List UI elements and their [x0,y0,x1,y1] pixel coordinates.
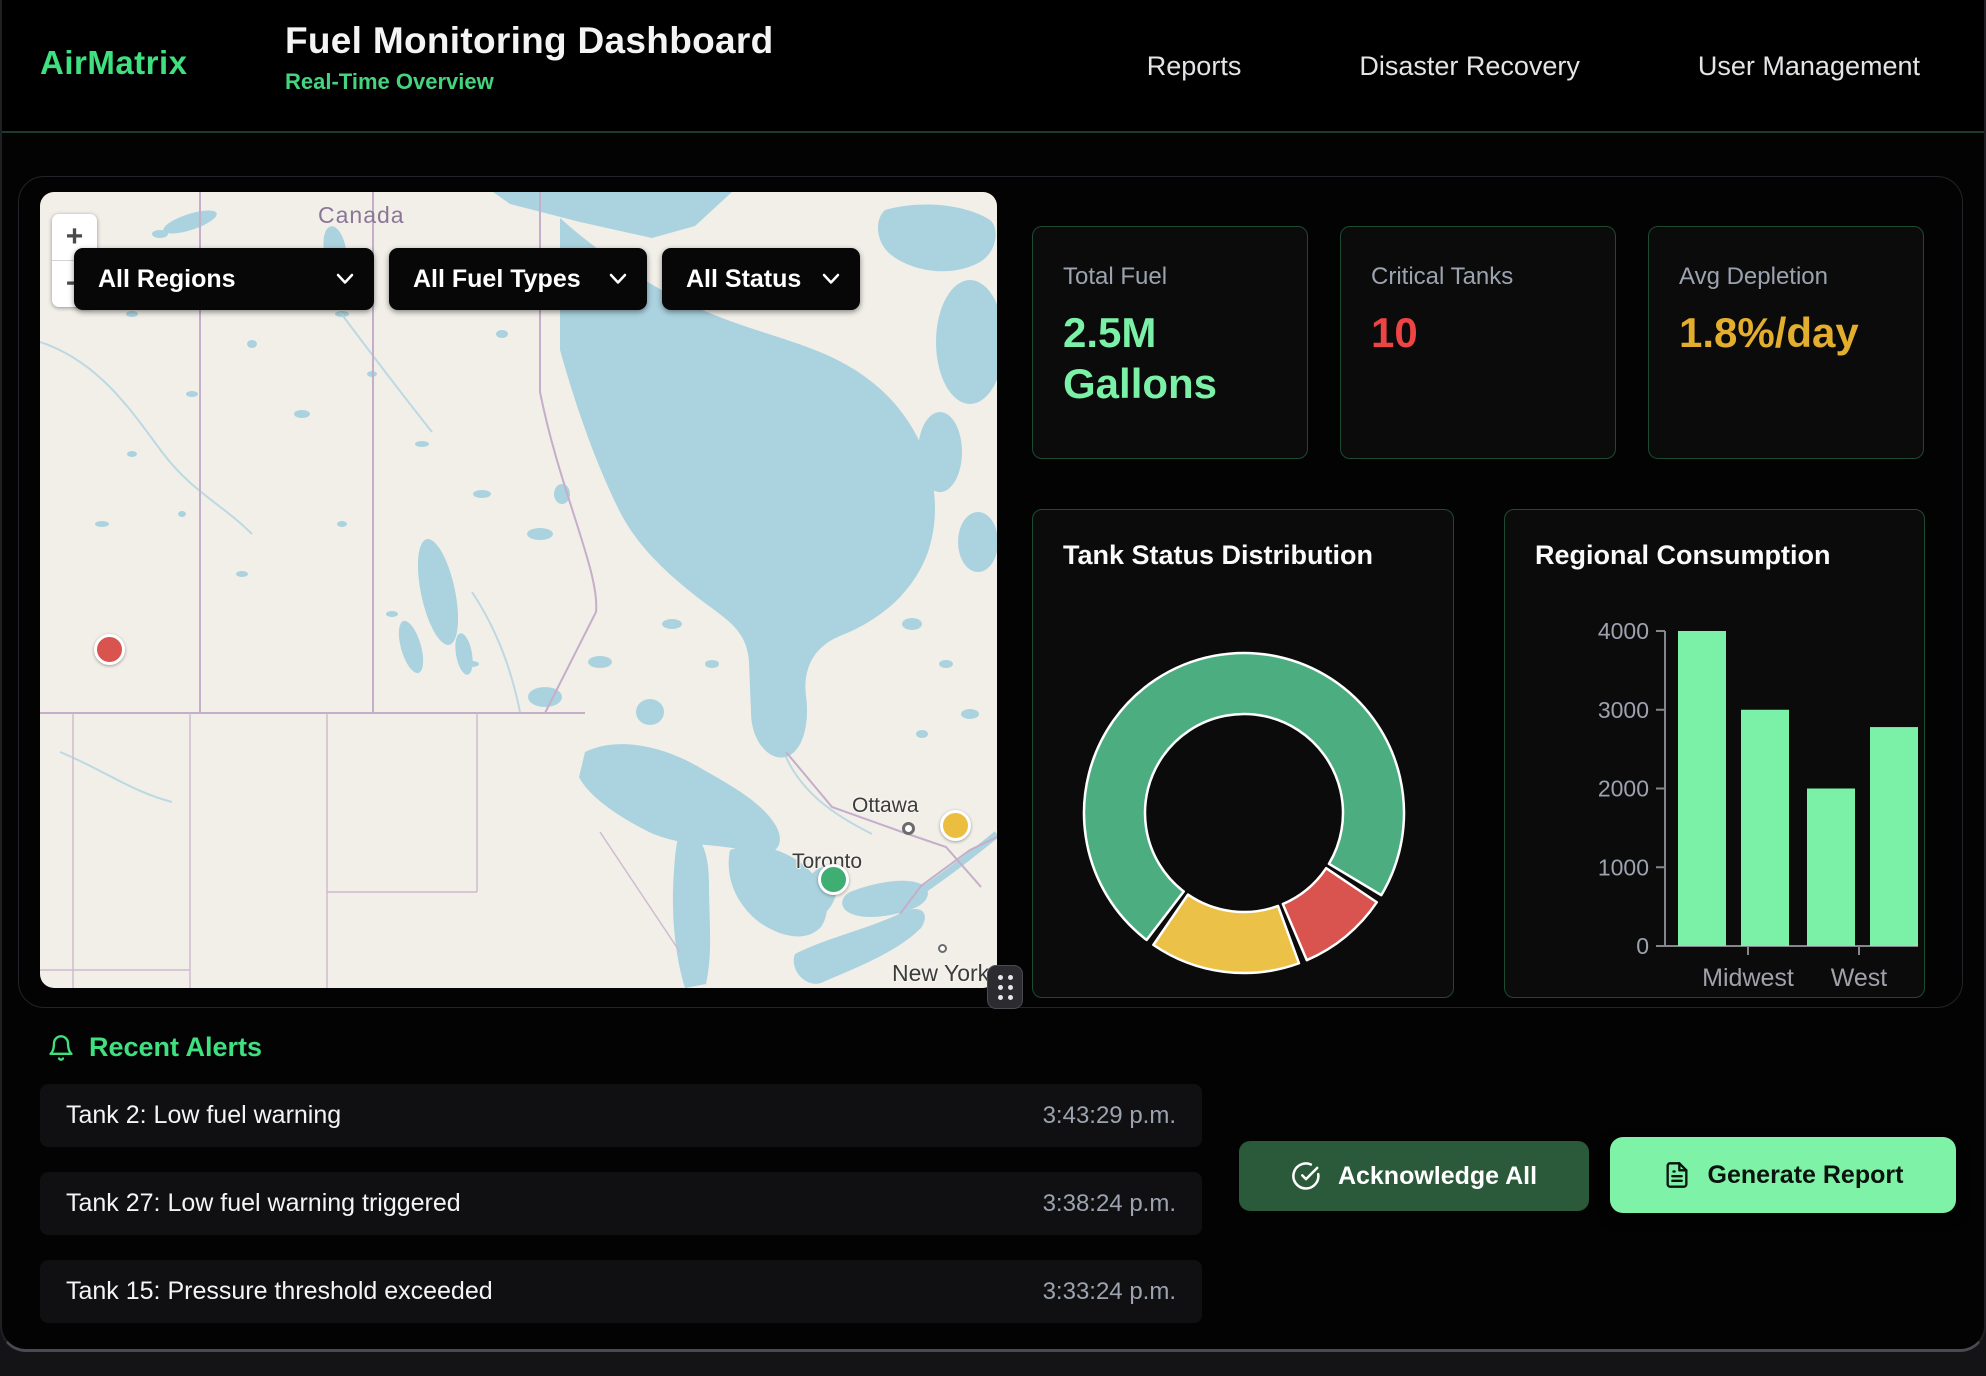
map-label-ottawa: Ottawa [852,794,919,818]
main-nav: Reports Disaster Recovery User Managemen… [1147,0,1920,133]
bar-region-2 [1741,710,1789,946]
stat-value-critical-tanks: 10 [1371,307,1576,358]
resize-grip-handle[interactable] [987,965,1023,1009]
chevron-down-icon [609,273,627,285]
regional-consumption-card: Regional Consumption 01000200030004000Mi… [1504,509,1925,998]
y-tick-label: 3000 [1598,697,1649,723]
status-filter-select[interactable]: All Status [662,248,860,310]
alert-row[interactable]: Tank 15: Pressure threshold exceeded 3:3… [40,1260,1202,1323]
regional-consumption-bar-chart: 0 1000 2000 3000 4000 Midwest West [1505,510,1926,999]
fuel-map[interactable]: Canada + − All Regions All Fuel Types Al… [40,192,997,988]
tank-marker-critical[interactable] [94,634,125,665]
nav-item-reports[interactable]: Reports [1147,51,1242,82]
stat-label: Avg Depletion [1679,263,1893,291]
dashboard-window: AirMatrix Fuel Monitoring Dashboard Real… [0,0,1986,1352]
alert-timestamp: 3:43:29 p.m. [1043,1102,1176,1130]
alert-message: Tank 15: Pressure threshold exceeded [66,1277,493,1306]
app-root: AirMatrix Fuel Monitoring Dashboard Real… [0,0,1986,1376]
stat-value-avg-depletion: 1.8%/day [1679,307,1839,358]
status-filter-value: All Status [686,265,801,294]
alert-row[interactable]: Tank 2: Low fuel warning 3:43:29 p.m. [40,1084,1202,1147]
y-tick-label: 0 [1636,933,1649,959]
alert-message: Tank 2: Low fuel warning [66,1101,341,1130]
map-filter-bar: All Regions All Fuel Types All Status [74,248,860,310]
y-tick-label: 1000 [1598,854,1649,880]
tank-status-donut-chart [1033,510,1455,999]
page-subtitle: Real-Time Overview [285,69,773,95]
bar-region-3 [1807,789,1855,947]
acknowledge-all-button[interactable]: Acknowledge All [1239,1141,1589,1211]
acknowledge-all-label: Acknowledge All [1338,1162,1537,1191]
new-york-city-marker [938,944,947,953]
brand-logo: AirMatrix [40,44,188,82]
stat-label: Total Fuel [1063,263,1277,291]
map-label-canada: Canada [318,202,405,229]
tank-status-card: Tank Status Distribution [1032,509,1454,998]
x-tick-label: West [1831,964,1888,992]
y-tick-label: 4000 [1598,618,1649,644]
tank-marker-warning[interactable] [940,810,971,841]
fuel-type-filter-select[interactable]: All Fuel Types [389,248,647,310]
stat-card-avg-depletion: Avg Depletion 1.8%/day [1648,226,1924,459]
chevron-down-icon [822,273,840,285]
generate-report-label: Generate Report [1708,1161,1904,1190]
page-title: Fuel Monitoring Dashboard [285,20,773,62]
alert-timestamp: 3:38:24 p.m. [1043,1190,1176,1218]
x-tick-label: Midwest [1702,964,1794,992]
recent-alerts-title: Recent Alerts [89,1032,262,1063]
nav-item-user-management[interactable]: User Management [1698,51,1920,82]
alert-message: Tank 27: Low fuel warning triggered [66,1189,461,1218]
bar-region-1 [1678,631,1726,946]
alert-row[interactable]: Tank 27: Low fuel warning triggered 3:38… [40,1172,1202,1235]
y-tick-label: 2000 [1598,776,1649,802]
stat-card-critical-tanks: Critical Tanks 10 [1340,226,1616,459]
ottawa-city-marker [902,822,915,835]
stat-value-total-fuel: 2.5M Gallons [1063,307,1268,409]
chevron-down-icon [336,273,354,285]
alert-timestamp: 3:33:24 p.m. [1043,1278,1176,1306]
generate-report-button[interactable]: Generate Report [1610,1137,1956,1213]
donut-segment-warning [1153,895,1299,973]
region-filter-select[interactable]: All Regions [74,248,374,310]
title-block: Fuel Monitoring Dashboard Real-Time Over… [285,20,773,95]
tank-marker-normal[interactable] [818,864,849,895]
report-document-icon [1663,1160,1691,1190]
bar-region-4 [1870,727,1918,946]
bell-icon [47,1033,75,1063]
fuel-type-filter-value: All Fuel Types [413,265,581,294]
map-label-new-york: New York [892,960,989,987]
stat-card-total-fuel: Total Fuel 2.5M Gallons [1032,226,1308,459]
nav-item-disaster-recovery[interactable]: Disaster Recovery [1359,51,1580,82]
stat-label: Critical Tanks [1371,263,1585,291]
header: AirMatrix Fuel Monitoring Dashboard Real… [2,0,1984,133]
recent-alerts-heading: Recent Alerts [47,1032,262,1063]
stat-cards: Total Fuel 2.5M Gallons Critical Tanks 1… [1032,226,1924,459]
check-circle-icon [1291,1161,1321,1191]
region-filter-value: All Regions [98,265,236,294]
